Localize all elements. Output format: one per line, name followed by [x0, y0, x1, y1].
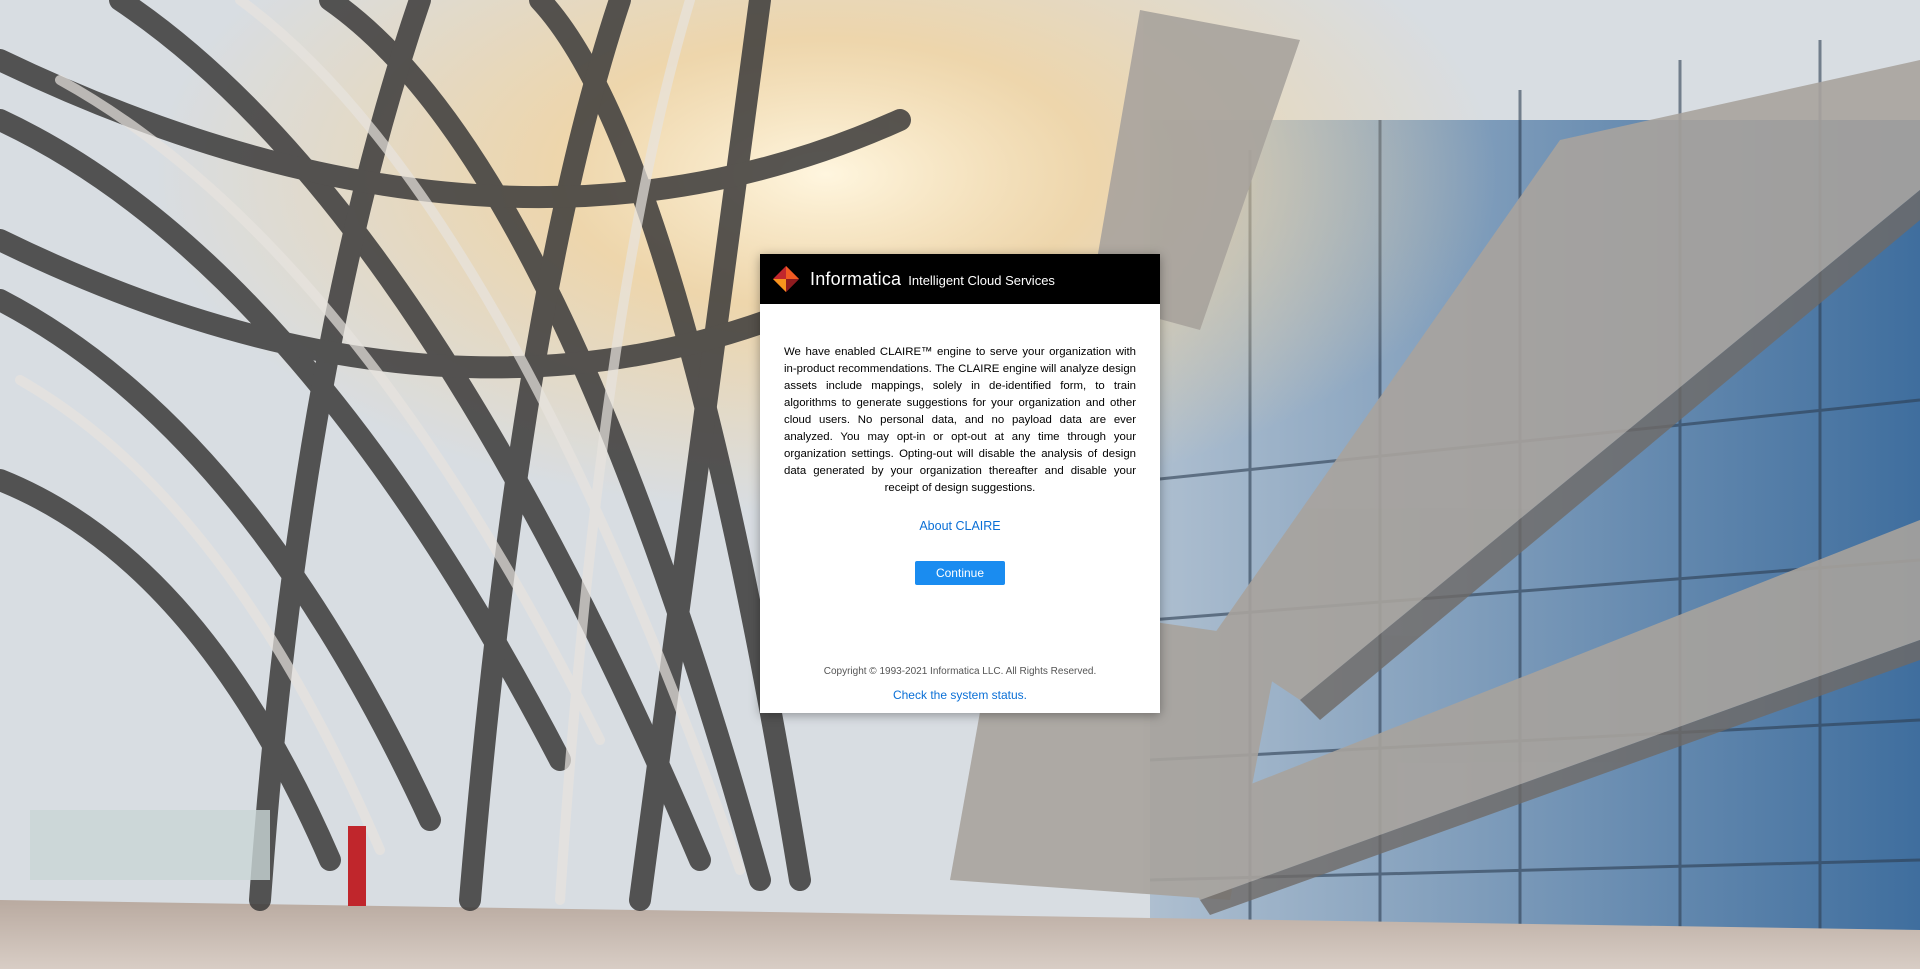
product-name: Intelligent Cloud Services — [908, 272, 1055, 288]
dialog-footer: Copyright © 1993-2021 Informatica LLC. A… — [760, 666, 1160, 703]
informatica-logo-icon — [772, 265, 800, 293]
claire-consent-dialog: Informatica Intelligent Cloud Services W… — [760, 254, 1160, 713]
about-claire-link[interactable]: About CLAIRE — [784, 519, 1136, 533]
brand-name: Informatica — [810, 268, 902, 289]
copyright-text: Copyright © 1993-2021 Informatica LLC. A… — [823, 666, 1097, 677]
claire-consent-message: We have enabled CLAIRE™ engine to serve … — [784, 346, 1136, 494]
dialog-body: We have enabled CLAIRE™ engine to serve … — [760, 304, 1160, 585]
continue-button-container: Continue — [784, 561, 1136, 585]
system-status-link[interactable]: Check the system status. — [893, 688, 1027, 702]
dialog-header: Informatica Intelligent Cloud Services — [760, 254, 1160, 304]
continue-button[interactable]: Continue — [915, 561, 1005, 585]
